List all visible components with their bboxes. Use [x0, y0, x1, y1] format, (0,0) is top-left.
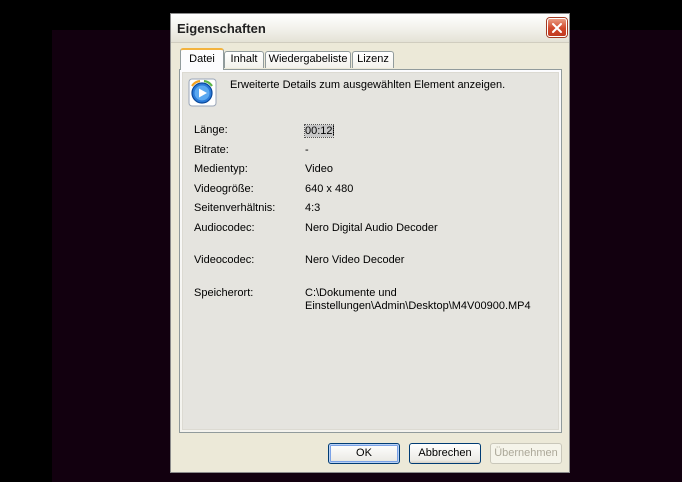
length-value[interactable]: 00:12 [304, 124, 334, 138]
video-codec-value[interactable]: Nero Video Decoder [305, 254, 404, 267]
tab-panel [179, 69, 562, 433]
apply-button[interactable]: Übernehmen [490, 443, 562, 464]
tab-lizenz[interactable]: Lizenz [352, 51, 394, 68]
tab-label: Wiedergabeliste [268, 53, 348, 65]
video-size-label: Videogröße: [194, 183, 254, 195]
bitrate-value[interactable]: - [305, 144, 309, 157]
dialog-title: Eigenschaften [177, 21, 266, 36]
location-label: Speicherort: [194, 287, 254, 299]
audio-codec-value[interactable]: Nero Digital Audio Decoder [305, 222, 438, 235]
tab-label: Datei [189, 53, 215, 65]
close-icon [552, 23, 562, 33]
tab-datei[interactable]: Datei [180, 48, 224, 70]
location-value[interactable]: C:\Dokumente und Einstellungen\Admin\Des… [305, 287, 531, 313]
details-panel [182, 72, 559, 430]
aspect-ratio-label: Seitenverhältnis: [194, 202, 276, 214]
ok-button[interactable]: OK [328, 443, 400, 464]
text-caret [332, 124, 334, 135]
title-bar[interactable]: Eigenschaften [171, 14, 569, 43]
media-player-icon [188, 78, 217, 107]
intro-description: Erweiterte Details zum ausgewählten Elem… [230, 79, 506, 91]
aspect-ratio-value[interactable]: 4:3 [305, 202, 320, 215]
cancel-button[interactable]: Abbrechen [409, 443, 481, 464]
properties-dialog: Eigenschaften Datei Inhalt Wiedergabelis… [170, 13, 570, 473]
audio-codec-label: Audiocodec: [194, 222, 255, 234]
tab-label: Lizenz [357, 53, 389, 65]
tab-label: Inhalt [230, 53, 258, 65]
bitrate-label: Bitrate: [194, 144, 229, 156]
length-value-text: 00:12 [304, 124, 334, 138]
video-size-value[interactable]: 640 x 480 [305, 183, 353, 196]
length-label: Länge: [194, 124, 228, 136]
close-button[interactable] [547, 18, 567, 37]
media-type-label: Medientyp: [194, 163, 248, 175]
media-type-value[interactable]: Video [305, 163, 333, 176]
tab-inhalt[interactable]: Inhalt [224, 51, 264, 68]
tab-wiedergabeliste[interactable]: Wiedergabeliste [265, 51, 351, 68]
video-codec-label: Videocodec: [194, 254, 255, 266]
